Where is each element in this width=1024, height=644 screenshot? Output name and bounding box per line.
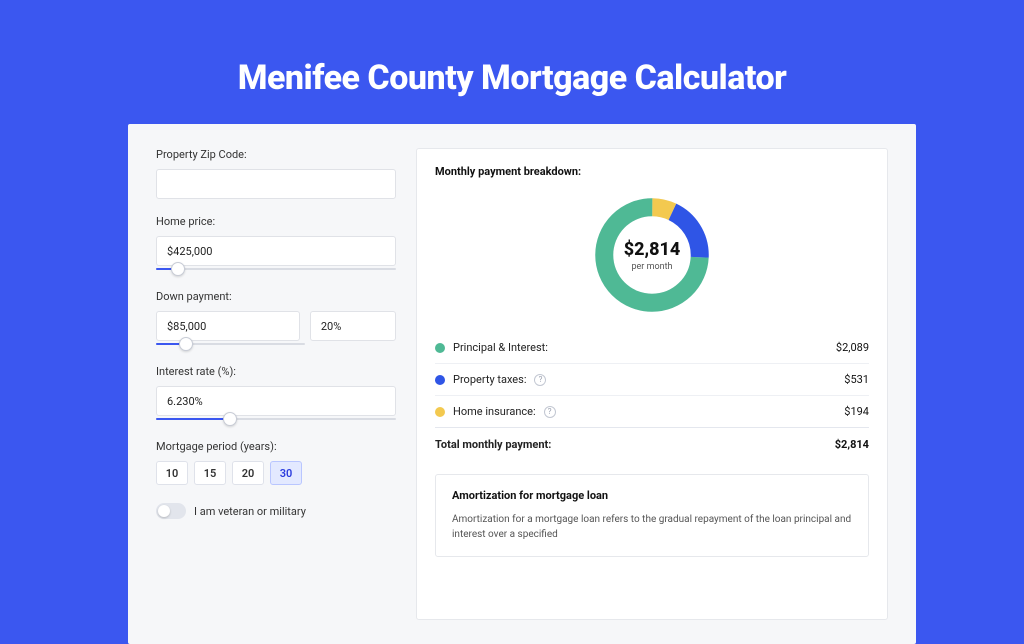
down-payment-block: Down payment: (156, 290, 396, 349)
home-price-label: Home price: (156, 215, 396, 228)
donut-total: $2,814 (624, 239, 681, 260)
down-payment-label: Down payment: (156, 290, 396, 303)
zip-label: Property Zip Code: (156, 148, 396, 161)
legend-label: Property taxes: (453, 373, 526, 386)
legend-dot-icon (435, 343, 445, 353)
page-title: Menifee County Mortgage Calculator (0, 0, 1024, 98)
donut-sub: per month (631, 262, 672, 272)
inputs-panel: Property Zip Code: Home price: Down paym… (156, 148, 396, 620)
down-payment-pct-input[interactable] (310, 311, 396, 341)
period-label: Mortgage period (years): (156, 440, 396, 453)
legend-total-label: Total monthly payment: (435, 438, 551, 451)
interest-rate-input[interactable] (156, 386, 396, 416)
legend-total-value: $2,814 (835, 438, 869, 451)
home-price-block: Home price: (156, 215, 396, 274)
legend-dot-icon (435, 407, 445, 417)
calculator-card: Property Zip Code: Home price: Down paym… (128, 124, 916, 644)
legend-row: Home insurance:? $194 (435, 395, 869, 427)
period-option-10[interactable]: 10 (156, 461, 188, 485)
info-icon[interactable]: ? (534, 374, 546, 386)
legend-dot-icon (435, 375, 445, 385)
legend-value: $194 (844, 405, 869, 418)
breakdown-panel: Monthly payment breakdown: $2,814 per mo… (416, 148, 888, 620)
info-icon[interactable]: ? (544, 406, 556, 418)
amortization-title: Amortization for mortgage loan (452, 489, 852, 502)
zip-input[interactable] (156, 169, 396, 199)
period-option-15[interactable]: 15 (194, 461, 226, 485)
veteran-label: I am veteran or military (194, 505, 306, 518)
period-option-30[interactable]: 30 (270, 461, 302, 485)
veteran-toggle-row: I am veteran or military (156, 503, 396, 519)
legend-label: Home insurance: (453, 405, 536, 418)
interest-rate-slider[interactable] (156, 418, 396, 420)
legend-row: Principal & Interest: $2,089 (435, 332, 869, 363)
home-price-slider[interactable] (156, 268, 396, 270)
period-option-20[interactable]: 20 (232, 461, 264, 485)
zip-field-block: Property Zip Code: (156, 148, 396, 199)
legend-value: $531 (844, 373, 869, 386)
breakdown-legend: Principal & Interest: $2,089 Property taxe… (435, 332, 869, 460)
interest-rate-label: Interest rate (%): (156, 365, 396, 378)
amortization-text: Amortization for a mortgage loan refers … (452, 512, 852, 542)
legend-row: Property taxes:? $531 (435, 363, 869, 395)
down-payment-slider[interactable] (156, 343, 305, 345)
breakdown-donut-chart: $2,814 per month (589, 192, 715, 318)
period-block: Mortgage period (years): 10152030 (156, 440, 396, 485)
legend-label: Principal & Interest: (453, 341, 548, 354)
legend-value: $2,089 (836, 341, 869, 354)
breakdown-heading: Monthly payment breakdown: (435, 165, 869, 178)
amortization-card: Amortization for mortgage loan Amortizat… (435, 474, 869, 557)
period-segmented: 10152030 (156, 461, 396, 485)
legend-total-row: Total monthly payment: $2,814 (435, 427, 869, 460)
interest-rate-block: Interest rate (%): (156, 365, 396, 424)
veteran-toggle[interactable] (156, 503, 186, 519)
home-price-input[interactable] (156, 236, 396, 266)
down-payment-amount-input[interactable] (156, 311, 300, 341)
